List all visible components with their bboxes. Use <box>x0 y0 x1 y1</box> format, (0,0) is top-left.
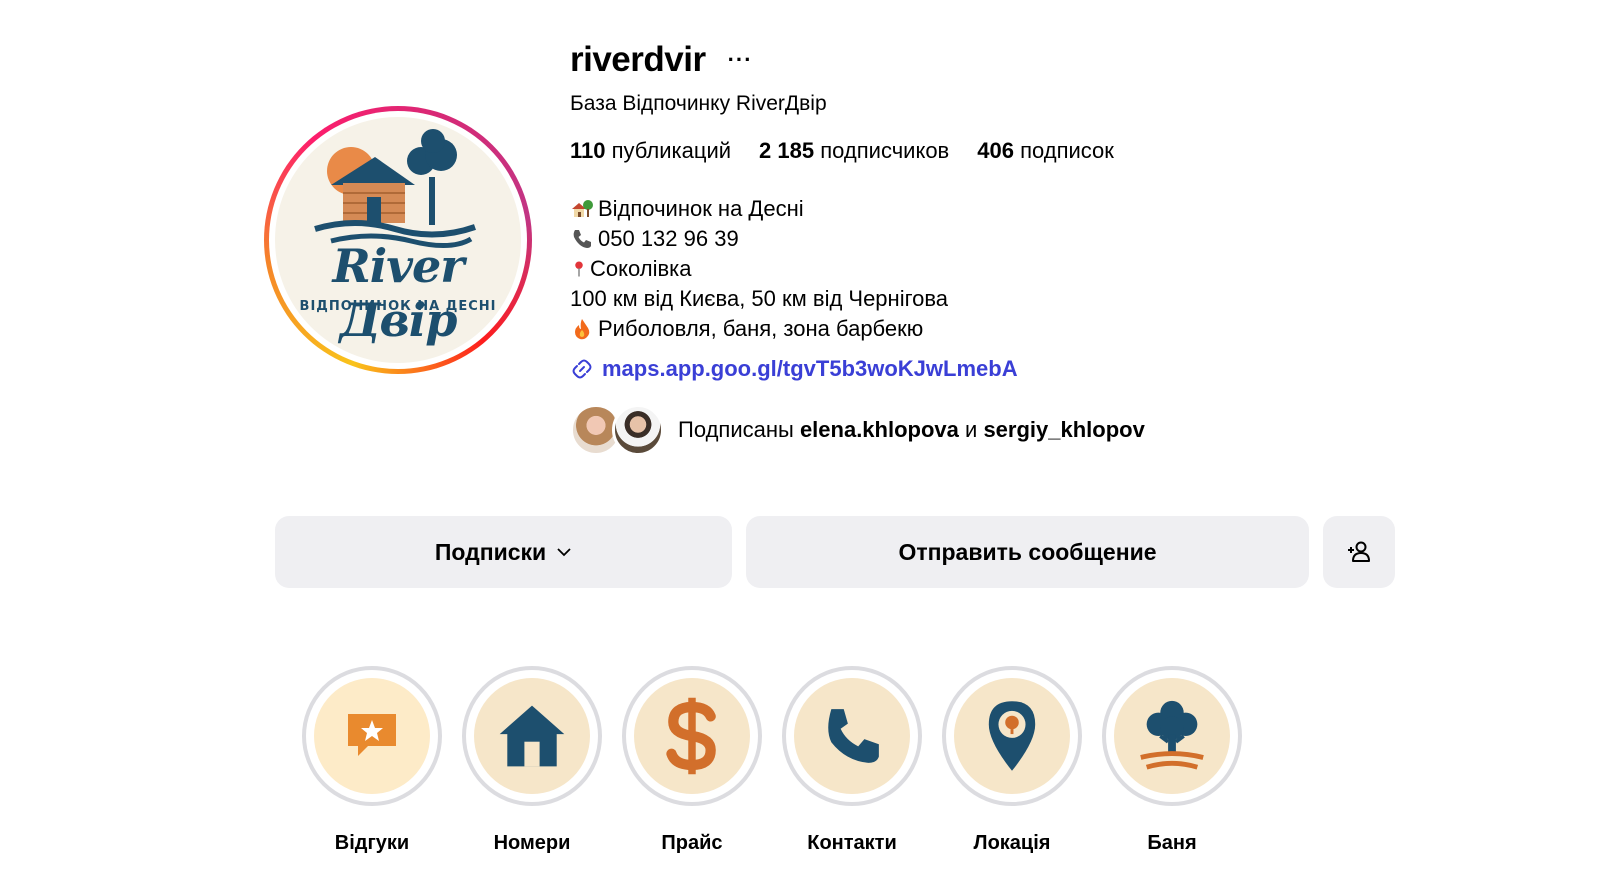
dollar-icon <box>666 697 716 775</box>
highlight-contacts[interactable]: Контакти <box>782 666 922 855</box>
highlight-location[interactable]: Локація <box>942 666 1082 855</box>
bio-line: Риболовля, баня, зона барбекю <box>570 314 1330 344</box>
message-label: Отправить сообщение <box>898 538 1157 565</box>
highlight-label: Контакти <box>807 832 897 854</box>
profile-avatar[interactable]: River Двір ВІДПОЧИНОК НА ДЕСНІ <box>264 106 532 374</box>
external-link[interactable]: maps.app.goo.gl/tgvT5b3woKJwLmebA <box>570 356 1330 382</box>
full-name: База Відпочинку RiverДвір <box>570 92 827 115</box>
followed-conjunction: и <box>965 417 978 442</box>
fire-icon <box>575 319 590 340</box>
bio-line: 050 132 96 39 <box>570 224 1330 254</box>
follower-avatar <box>612 404 664 456</box>
bio-line: 100 км від Києва, 50 км від Чернігова <box>570 286 949 311</box>
profile-info: riverdvir ··· База Відпочинку RiverДвір … <box>570 38 1330 456</box>
logo-subtitle: ВІДПОЧИНОК НА ДЕСНІ <box>299 299 497 314</box>
phone-icon <box>828 709 879 763</box>
username: riverdvir <box>570 40 706 79</box>
highlight-label: Локація <box>973 832 1051 854</box>
highlight-label: Відгуки <box>334 832 410 854</box>
highlight-label: Прайс <box>661 832 723 854</box>
bio-line: Соколівка <box>570 254 1330 284</box>
chevron-down-icon <box>557 548 571 557</box>
phone-icon <box>573 230 591 248</box>
following-label: Подписки <box>434 538 547 565</box>
followed-user-1[interactable]: elena.khlopova <box>800 417 959 442</box>
bio-line: Відпочинок на Десні <box>570 194 1330 224</box>
logo-title: River Двір <box>332 239 465 347</box>
highlight-rooms[interactable]: Номери <box>462 666 602 855</box>
stat-following[interactable]: 406 подписок <box>977 138 1114 164</box>
link-icon <box>572 359 592 379</box>
highlight-prices[interactable]: Прайс <box>622 666 762 855</box>
followed-user-2[interactable]: sergiy_khlopov <box>983 417 1144 442</box>
stat-posts: 110 публикаций <box>570 138 732 163</box>
pin-icon <box>575 261 583 277</box>
highlight-bathhouse[interactable]: Баня <box>1102 666 1242 855</box>
profile-stats: 110 публикаций 2 185 подписчиков 406 под… <box>570 138 1330 164</box>
bio: Відпочинок на Десні 050 132 96 39 Соколі… <box>570 194 1330 344</box>
followed-by[interactable]: Подписаны elena.khlopova и sergiy_khlopo… <box>570 404 1330 456</box>
followed-prefix: Подписаны <box>678 417 794 442</box>
send-message-button[interactable]: Отправить сообщение <box>746 516 1309 588</box>
location-pin-icon <box>988 701 1036 771</box>
highlight-label: Баня <box>1147 832 1197 854</box>
highlight-label: Номери <box>493 832 571 854</box>
tree-icon <box>1140 700 1204 770</box>
suggest-users-button[interactable] <box>1323 516 1395 588</box>
link-text[interactable]: maps.app.goo.gl/tgvT5b3woKJwLmebA <box>602 356 1018 382</box>
house-tree-icon <box>572 200 593 217</box>
highlight-reviews[interactable]: Відгуки <box>302 666 442 855</box>
add-person-icon <box>1348 541 1370 562</box>
riverdvir-logo: River Двір ВІДПОЧИНОК НА ДЕСНІ <box>275 117 521 363</box>
following-button[interactable]: Подписки <box>275 516 732 588</box>
review-star-icon <box>348 714 396 756</box>
more-options-icon[interactable]: ··· <box>728 49 753 71</box>
stat-followers[interactable]: 2 185 подписчиков <box>759 138 949 164</box>
house-icon <box>499 705 565 767</box>
